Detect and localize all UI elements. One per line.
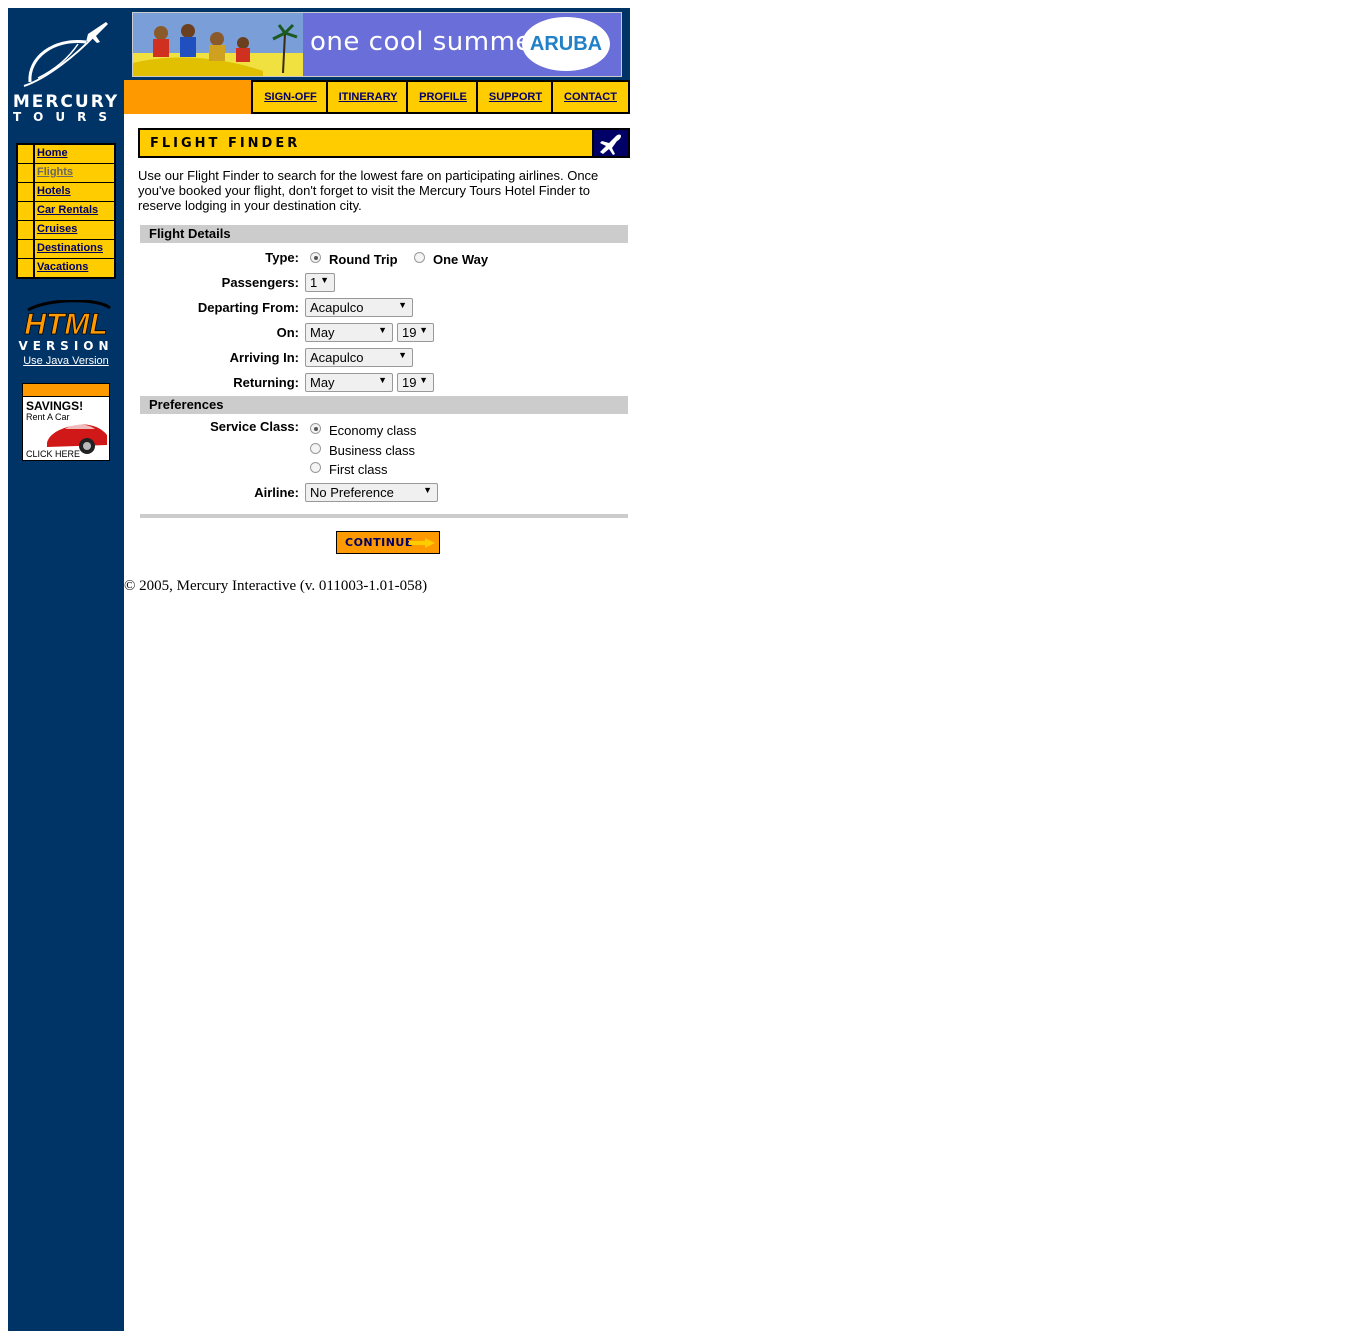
passengers-select[interactable]: 1 ▼ [305,273,335,292]
first-class-radio[interactable] [310,462,321,473]
preferences-section-header: Preferences [140,396,628,414]
returning-month-select[interactable]: May ▼ [305,373,393,392]
on-label: On: [276,325,299,340]
sidebar-item-hotels[interactable]: Hotels [18,183,114,201]
page-title: FLIGHT FINDER [150,136,301,151]
chevron-down-icon: ▼ [423,485,432,495]
returning-label: Returning: [233,375,299,390]
flight-details-section-header: Flight Details [140,225,628,243]
support-link[interactable]: SUPPORT [478,91,553,103]
returning-month-value: May [310,375,335,390]
returning-day-value: 19 [402,375,417,390]
sidebar-item-flights[interactable]: Flights [18,164,114,182]
preferences-title: Preferences [149,397,224,412]
airplane-icon [600,134,621,155]
one-way-radio[interactable] [414,252,425,263]
form-divider [140,514,628,518]
arriving-in-select[interactable]: Acapulco ▼ [305,348,413,367]
departing-from-select[interactable]: Acapulco ▼ [305,298,413,317]
ad-cta: CLICK HERE [26,449,81,459]
copyright-footer: © 2005, Mercury Interactive (v. 011003-1… [124,578,428,594]
first-class-label: First class [329,462,388,477]
profile-link[interactable]: PROFILE [408,91,478,103]
topnav-item-sign-off[interactable]: SIGN-OFF [251,80,328,114]
header-yellow-bar: FLIGHT FINDER [140,130,592,156]
left-sidebar: MERCURY TOURS Home Flights Hotels Car Re… [8,8,124,1331]
sidebar-link-hotels[interactable]: Hotels [37,185,71,197]
sidebar-item-car-rentals[interactable]: Car Rentals [18,202,114,220]
economy-class-radio[interactable] [310,423,321,434]
chevron-down-icon: ▼ [398,300,407,310]
sidebar-link-car-rentals[interactable]: Car Rentals [37,204,98,216]
aruba-banner[interactable]: one cool summer ARUBA [132,12,622,77]
nav-marker [18,164,33,182]
chevron-down-icon: ▼ [419,325,428,335]
nav-marker [18,183,33,201]
economy-class-label: Economy class [329,423,417,438]
continue-button[interactable]: CONTINUE [336,531,440,554]
round-trip-radio[interactable] [310,252,321,263]
chevron-down-icon: ▼ [320,275,329,285]
nav-marker [18,221,33,239]
aruba-logo-text: ARUBA [529,33,603,55]
globe-plane-icon: MERCURY TOURS [13,22,119,124]
departing-day-value: 19 [402,325,417,340]
airline-value: No Preference [310,485,394,500]
topnav-item-support[interactable]: SUPPORT [476,80,553,114]
passengers-value: 1 [310,275,318,290]
departing-month-select[interactable]: May ▼ [305,323,393,342]
sidebar-link-cruises[interactable]: Cruises [37,223,77,235]
airline-label: Airline: [254,485,299,500]
one-way-label: One Way [433,252,489,267]
sidebar-item-cruises[interactable]: Cruises [18,221,114,239]
airline-select[interactable]: No Preference ▼ [305,483,438,502]
sign-off-link[interactable]: SIGN-OFF [253,91,328,103]
logo-text-mercury: MERCURY [13,92,119,112]
topnav-item-itinerary[interactable]: ITINERARY [326,80,408,114]
arrow-right-icon [409,538,435,548]
banner-slogan: one cool summer [310,27,544,57]
beach-photo-icon [133,13,303,76]
chevron-down-icon: ▼ [419,375,428,385]
chevron-down-icon: ▼ [378,325,387,335]
departing-from-value: Acapulco [310,300,364,315]
contact-link[interactable]: CONTACT [553,91,628,103]
itinerary-link[interactable]: ITINERARY [328,91,408,103]
page: MERCURY TOURS Home Flights Hotels Car Re… [8,8,630,1331]
returning-day-select[interactable]: 19 ▼ [397,373,434,392]
nav-marker [18,145,33,163]
header-plane-box [594,130,628,156]
nav-marker [18,202,33,220]
mercury-tours-logo[interactable]: MERCURY TOURS [8,8,124,133]
sidebar-link-flights[interactable]: Flights [37,166,73,178]
logo-text-tours: TOURS [13,110,119,124]
topnav-item-profile[interactable]: PROFILE [406,80,478,114]
departing-day-select[interactable]: 19 ▼ [397,323,434,342]
sidebar-link-home[interactable]: Home [37,147,68,159]
ad-headline: SAVINGS! [26,399,84,413]
departing-from-label: Departing From: [197,300,299,315]
business-class-label: Business class [329,443,415,458]
continue-label: CONTINUE [345,536,413,549]
round-trip-label: Round Trip [329,252,398,267]
nav-marker [18,259,33,277]
topnav-item-contact[interactable]: CONTACT [551,80,630,114]
type-label: Type: [265,250,299,265]
flight-details-title: Flight Details [149,226,231,241]
chevron-down-icon: ▼ [398,350,407,360]
service-class-label: Service Class: [210,419,299,434]
sidebar-item-home[interactable]: Home [18,145,114,163]
flight-finder-header: FLIGHT FINDER [138,128,630,158]
business-class-radio[interactable] [310,443,321,454]
intro-text: Use our Flight Finder to search for the … [138,168,599,213]
nav-marker [18,240,33,258]
departing-month-value: May [310,325,335,340]
arriving-in-value: Acapulco [310,350,364,365]
chevron-down-icon: ▼ [378,375,387,385]
arriving-in-label: Arriving In: [229,350,299,365]
passengers-label: Passengers: [221,275,299,290]
